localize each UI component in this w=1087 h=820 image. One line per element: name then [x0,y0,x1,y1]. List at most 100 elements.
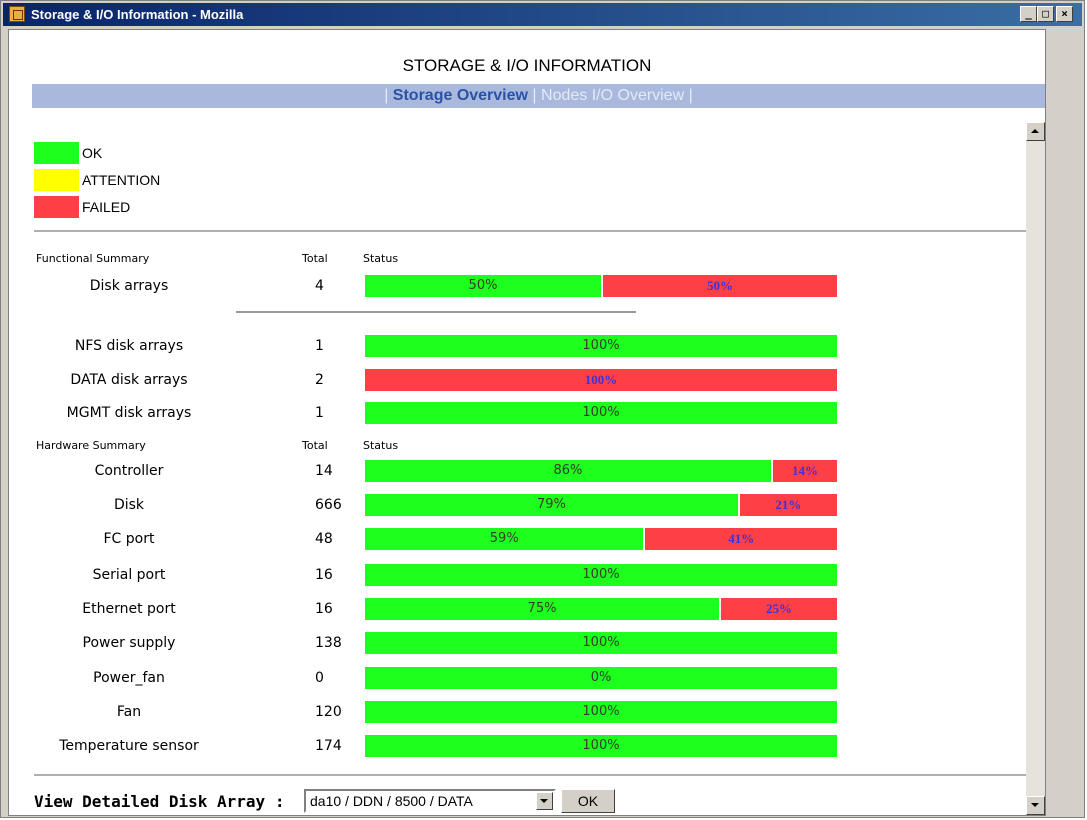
hardware-total-header: Total [302,439,328,452]
status-legend: OK ATTENTION FAILED [34,142,1034,223]
status-bar: 100% [365,402,837,424]
browser-window: Storage & I/O Information - Mozilla _ □ … [0,0,1085,818]
legend-swatch-attention [34,169,79,191]
row-total: 16 [315,601,333,617]
status-row-power-fan: Power_fan 0 0% [9,667,1009,692]
functional-summary-header: Functional Summary [36,252,150,265]
row-name: Power supply [82,635,176,651]
status-row-fc-port: FC port 48 59% 41% [9,528,1009,553]
status-bar: 75% 25% [365,598,837,620]
legend-swatch-ok [34,142,79,164]
tab-nodes-io-overview[interactable]: Nodes I/O Overview [541,87,684,104]
legend-item-failed: FAILED [34,196,1034,223]
status-bar-failed-segment: 50% [601,275,837,297]
mozilla-app-icon [9,6,25,22]
nav-bar: | Storage Overview | Nodes I/O Overview … [32,84,1045,108]
row-name: Fan [116,704,142,720]
legend-label-failed: FAILED [82,199,131,215]
status-bar-ok-segment: 100% [365,402,837,424]
row-name: Serial port [92,567,166,583]
vertical-scrollbar[interactable] [1026,122,1045,815]
row-total: 174 [315,738,342,754]
row-name: Ethernet port [82,601,176,617]
row-total: 48 [315,531,333,547]
row-total: 138 [315,635,342,651]
status-bar: 86% 14% [365,460,837,482]
status-bar-ok-segment: 79% [365,494,738,516]
chevron-down-icon[interactable] [536,792,553,810]
row-total: 16 [315,567,333,583]
row-total: 1 [315,338,324,354]
status-bar: 100% [365,335,837,357]
status-bar-ok-segment: 50% [365,275,601,297]
disk-array-select[interactable]: da10 / DDN / 8500 / DATA [304,789,556,813]
status-bar-ok-segment: 100% [365,564,837,586]
status-bar-ok-segment: 0% [365,667,837,689]
status-bar-ok-segment: 100% [365,632,837,654]
legend-label-ok: OK [82,145,103,161]
status-bar: 79% 21% [365,494,837,516]
status-bar: 100% [365,701,837,723]
hardware-status-header: Status [363,439,399,452]
row-total: 666 [315,497,342,513]
row-name: Disk [113,497,145,513]
divider [236,311,636,313]
minimize-button[interactable]: _ [1020,6,1037,22]
divider [34,774,1045,776]
legend-label-attention: ATTENTION [82,172,161,188]
legend-item-ok: OK [34,142,1034,169]
tab-storage-overview[interactable]: Storage Overview [393,87,528,104]
row-total: 1 [315,405,324,421]
status-bar: 0% [365,667,837,689]
row-name: Power_fan [93,670,165,686]
scroll-up-button[interactable] [1026,122,1045,141]
window-title: Storage & I/O Information - Mozilla [31,7,244,22]
row-name: DATA disk arrays [70,372,188,388]
status-bar: 59% 41% [365,528,837,550]
nav-separator: | [688,87,693,104]
status-bar-ok-segment: 100% [365,735,837,757]
scroll-down-button[interactable] [1026,796,1045,815]
row-name: Controller [94,463,164,479]
maximize-button[interactable]: □ [1037,6,1054,22]
status-bar-ok-segment: 100% [365,701,837,723]
disk-array-selected-value: da10 / DDN / 8500 / DATA [310,793,473,809]
hardware-summary-header: Hardware Summary [36,439,146,452]
row-name: Disk arrays [89,278,169,294]
row-total: 4 [315,278,324,294]
status-bar: 100% [365,735,837,757]
status-bar-ok-segment: 86% [365,460,771,482]
ok-button[interactable]: OK [561,789,615,813]
status-row-power-supply: Power supply 138 100% [9,632,1009,657]
status-bar-failed-segment: 41% [643,528,837,550]
row-total: 14 [315,463,333,479]
page-content: STORAGE & I/O INFORMATION | Storage Over… [8,29,1046,816]
view-detailed-label: View Detailed Disk Array : [34,792,285,811]
status-row-mgmt-disk-arrays: MGMT disk arrays 1 100% [9,402,1009,427]
status-bar: 100% [365,369,837,391]
row-total: 2 [315,372,324,388]
status-row-fan: Fan 120 100% [9,701,1009,726]
row-name: NFS disk arrays [74,338,184,354]
status-bar-failed-segment: 100% [365,369,837,391]
row-total: 0 [315,670,324,686]
status-bar-failed-segment: 21% [737,494,837,516]
row-total: 120 [315,704,342,720]
legend-item-attention: ATTENTION [34,169,1034,196]
status-row-disk: Disk 666 79% 21% [9,494,1009,519]
row-name: FC port [103,531,155,547]
status-bar-ok-segment: 100% [365,335,837,357]
status-row-nfs-disk-arrays: NFS disk arrays 1 100% [9,335,1009,360]
nav-separator: | [384,87,389,104]
status-bar-failed-segment: 25% [719,598,837,620]
status-row-ethernet-port: Ethernet port 16 75% 25% [9,598,1009,623]
status-bar-failed-segment: 14% [770,460,837,482]
functional-total-header: Total [302,252,328,265]
title-bar: Storage & I/O Information - Mozilla _ □ … [3,3,1082,26]
divider [34,230,1045,232]
row-name: Temperature sensor [59,738,199,754]
nav-separator: | [532,87,537,104]
status-bar: 100% [365,564,837,586]
close-button[interactable]: × [1056,6,1073,22]
status-bar: 50% 50% [365,275,837,297]
